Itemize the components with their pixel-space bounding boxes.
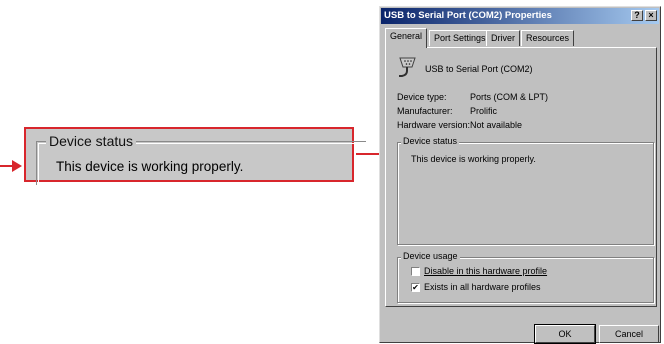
device-usage-group bbox=[397, 257, 654, 303]
exists-all-profiles-label[interactable]: Exists in all hardware profiles bbox=[424, 282, 541, 292]
ok-button[interactable]: OK bbox=[534, 324, 596, 344]
tab-label: Resources bbox=[526, 33, 570, 43]
tab-driver[interactable]: Driver bbox=[486, 30, 520, 46]
device-name: USB to Serial Port (COM2) bbox=[425, 64, 533, 74]
disable-profile-label[interactable]: Disable in this hardware profile bbox=[424, 266, 547, 276]
callout-group-title: Device status bbox=[46, 133, 137, 149]
tab-general[interactable]: General bbox=[385, 28, 428, 48]
callout-arrow-left bbox=[0, 160, 22, 172]
device-status-text: This device is working properly. bbox=[411, 154, 536, 164]
manufacturer-label: Manufacturer: bbox=[397, 106, 453, 116]
device-type-label: Device type: bbox=[397, 92, 447, 102]
dialog-title: USB to Serial Port (COM2) Properties bbox=[384, 10, 552, 21]
close-button[interactable]: × bbox=[645, 10, 657, 21]
serial-port-icon bbox=[397, 55, 419, 79]
manufacturer-value: Prolific bbox=[470, 106, 498, 116]
help-button[interactable]: ? bbox=[631, 10, 643, 21]
tab-label: General bbox=[390, 31, 423, 41]
tab-port-settings[interactable]: Port Settings bbox=[429, 30, 491, 46]
properties-dialog: USB to Serial Port (COM2) Properties ? ×… bbox=[379, 6, 661, 344]
device-status-callout: Device status This device is working pro… bbox=[24, 127, 366, 185]
tab-label: Driver bbox=[491, 33, 515, 43]
hardware-version-label: Hardware version: bbox=[397, 120, 471, 130]
tab-resources[interactable]: Resources bbox=[521, 30, 575, 46]
cancel-button[interactable]: Cancel bbox=[599, 325, 659, 343]
tab-label: Port Settings bbox=[434, 33, 486, 43]
device-status-title: Device status bbox=[401, 136, 460, 146]
callout-status-text: This device is working properly. bbox=[56, 159, 244, 174]
title-bar[interactable]: USB to Serial Port (COM2) Properties ? × bbox=[381, 8, 659, 24]
disable-profile-checkbox[interactable] bbox=[411, 267, 420, 276]
device-type-value: Ports (COM & LPT) bbox=[470, 92, 549, 102]
hardware-version-value: Not available bbox=[470, 120, 523, 130]
device-usage-title: Device usage bbox=[401, 251, 460, 261]
exists-all-profiles-checkbox[interactable]: ✔ bbox=[411, 283, 420, 292]
